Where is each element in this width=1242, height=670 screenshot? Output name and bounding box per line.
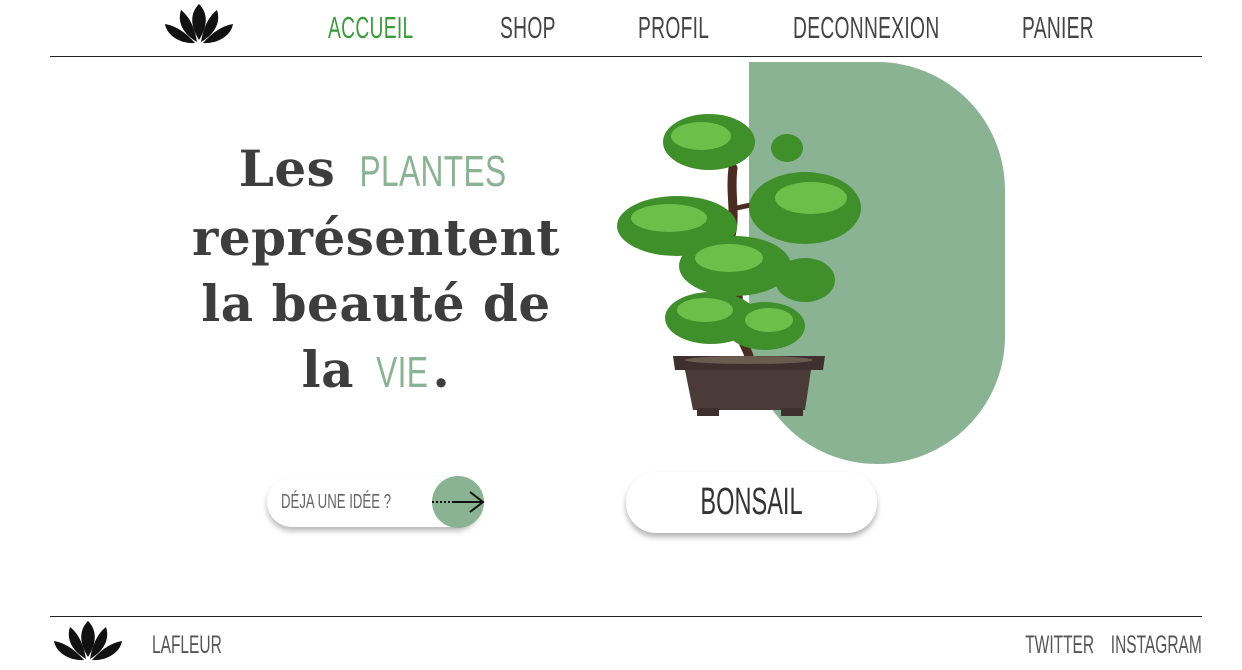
arrow-right-icon bbox=[432, 491, 485, 513]
headline-accent-plantes: PLANTES bbox=[359, 147, 507, 196]
top-navigation: ACCUEIL SHOP PROFIL DECONNEXION PANIER bbox=[0, 0, 1242, 57]
lotus-icon[interactable] bbox=[50, 617, 126, 663]
nav-link-accueil[interactable]: ACCUEIL bbox=[328, 6, 413, 50]
headline-line-4: la VIE. bbox=[186, 337, 566, 406]
footer-link-twitter[interactable]: TWITTER bbox=[1025, 628, 1094, 662]
headline-line-1: Les PLANTES bbox=[186, 136, 566, 205]
bonsai-plant-image bbox=[617, 114, 861, 416]
headline-line-3: la beauté de bbox=[201, 274, 551, 333]
header-divider bbox=[50, 56, 1202, 57]
bonsail-button[interactable]: BONSAIL bbox=[626, 472, 877, 533]
footer-divider bbox=[50, 616, 1202, 617]
bonsail-button-label: BONSAIL bbox=[700, 481, 803, 523]
idea-prompt-label: DÉJA UNE IDÉE ? bbox=[281, 491, 392, 513]
headline-word-les: Les bbox=[238, 139, 336, 198]
nav-link-profil[interactable]: PROFIL bbox=[638, 6, 709, 50]
headline-word-la: la bbox=[301, 340, 355, 399]
hero-headline: Les PLANTES représentent la beauté de la… bbox=[186, 136, 566, 406]
headline-accent-vie: VIE bbox=[376, 348, 429, 397]
nav-link-deconnexion[interactable]: DECONNEXION bbox=[793, 6, 940, 50]
footer-brand-name: LAFLEUR bbox=[152, 631, 222, 659]
nav-link-shop[interactable]: SHOP bbox=[500, 6, 556, 50]
headline-period: . bbox=[432, 340, 451, 399]
nav-link-panier[interactable]: PANIER bbox=[1022, 6, 1094, 50]
headline-line-2: représentent bbox=[192, 208, 560, 267]
lotus-icon[interactable] bbox=[161, 0, 237, 46]
footer-link-instagram[interactable]: INSTAGRAM bbox=[1111, 628, 1202, 662]
